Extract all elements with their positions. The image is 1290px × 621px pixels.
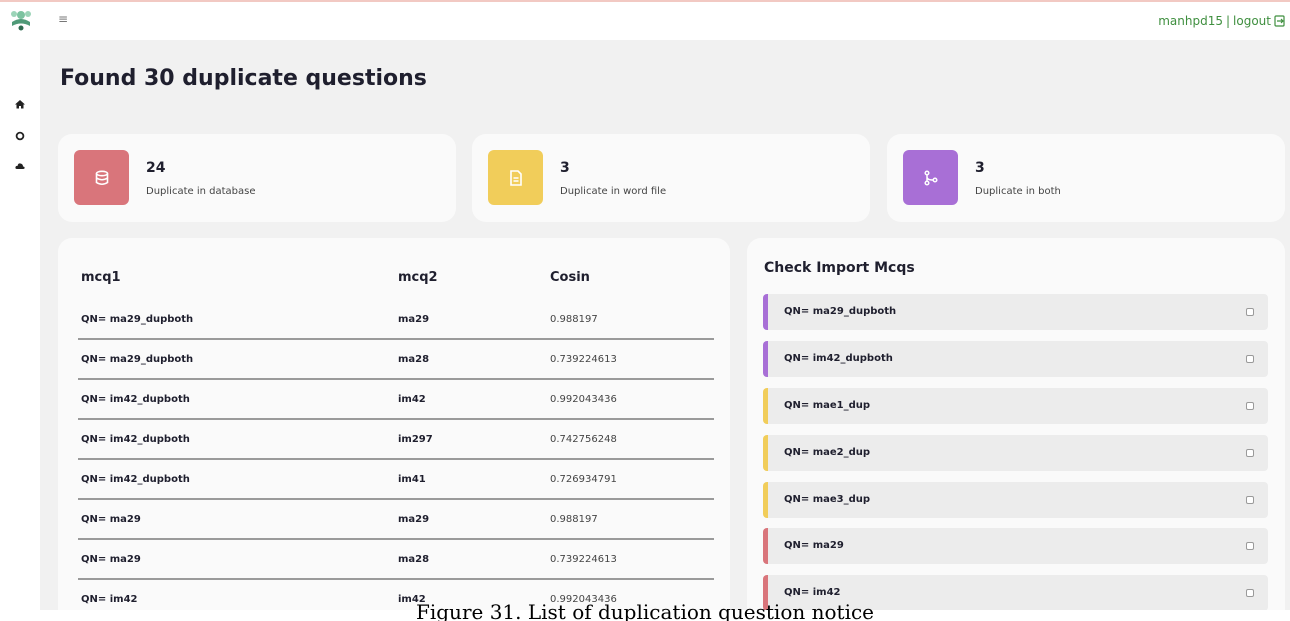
check-item[interactable]: QN= mae3_dup (763, 482, 1268, 518)
column-header-cosin[interactable]: Cosin (550, 270, 590, 285)
check-item[interactable]: QN= ma29 (763, 528, 1268, 564)
check-item-checkbox[interactable] (1246, 496, 1254, 504)
cell-cosin: 0.726934791 (550, 474, 617, 485)
top-bar: ≡ manhpd15 | logout (0, 2, 1290, 40)
check-item-label: QN= mae1_dup (784, 400, 871, 411)
cell-mcq2: im42 (398, 394, 426, 405)
user-area: manhpd15 | logout (1158, 14, 1286, 28)
cell-cosin: 0.988197 (550, 314, 598, 325)
check-item-label: QN= ma29_dupboth (784, 306, 897, 317)
stat-value: 24 (146, 160, 166, 176)
table-row[interactable]: QN= im42_dupboth im41 0.726934791 (78, 460, 714, 500)
check-item[interactable]: QN= im42_dupboth (763, 341, 1268, 377)
stat-label: Duplicate in database (146, 186, 256, 197)
cell-mcq1: QN= im42_dupboth (81, 474, 190, 485)
cell-mcq2: im297 (398, 434, 433, 445)
stat-value: 3 (560, 160, 570, 176)
stat-icon-box (74, 150, 129, 205)
check-item-label: QN= mae2_dup (784, 447, 871, 458)
table-row[interactable]: QN= ma29 ma29 0.988197 (78, 500, 714, 540)
check-item-checkbox[interactable] (1246, 402, 1254, 410)
check-item[interactable]: QN= mae1_dup (763, 388, 1268, 424)
check-item-checkbox[interactable] (1246, 589, 1254, 597)
figure-caption: Figure 31. List of duplication question … (415, 600, 875, 621)
stat-icon-box (903, 150, 958, 205)
cell-mcq1: QN= im42_dupboth (81, 434, 190, 445)
page-title-suffix: duplicate questions (182, 66, 427, 91)
cell-mcq2: ma28 (398, 354, 430, 365)
cell-mcq1: QN= im42_dupboth (81, 394, 190, 405)
cell-cosin: 0.742756248 (550, 434, 617, 445)
cell-mcq1: QN= ma29 (81, 554, 141, 565)
cell-mcq2: im41 (398, 474, 426, 485)
table-row[interactable]: QN= ma29_dupboth ma28 0.739224613 (78, 340, 714, 380)
cell-mcq2: ma28 (398, 554, 430, 565)
column-header-mcq1[interactable]: mcq1 (81, 270, 121, 285)
table-row[interactable]: QN= ma29 ma28 0.739224613 (78, 540, 714, 580)
check-item[interactable]: QN= ma29_dupboth (763, 294, 1268, 330)
stat-icon-box (488, 150, 543, 205)
database-icon (95, 169, 108, 185)
check-item-checkbox[interactable] (1246, 355, 1254, 363)
table-row[interactable]: QN= im42_dupboth im297 0.742756248 (78, 420, 714, 460)
logout-link[interactable]: logout (1233, 14, 1271, 28)
cell-cosin: 0.992043436 (550, 394, 617, 405)
cell-mcq1: QN= ma29 (81, 514, 141, 525)
table-row[interactable]: QN= ma29_dupboth ma29 0.988197 (78, 300, 714, 340)
check-item-label: QN= im42_dupboth (784, 353, 893, 364)
stat-label: Duplicate in word file (560, 186, 667, 197)
logo-icon (11, 11, 31, 31)
cell-mcq1: QN= ma29_dupboth (81, 314, 194, 325)
home-icon[interactable] (14, 98, 26, 110)
stat-card-database: 24 Duplicate in database (58, 134, 456, 222)
cell-cosin: 0.739224613 (550, 354, 617, 365)
username-separator: | (1226, 14, 1231, 28)
stat-label: Duplicate in both (975, 186, 1061, 197)
cloud-upload-icon[interactable] (14, 160, 26, 172)
cell-mcq2: ma29 (398, 514, 430, 525)
check-item-label: QN= mae3_dup (784, 494, 871, 505)
refresh-icon[interactable] (14, 130, 26, 142)
app-window: ≡ manhpd15 | logout Found 30 duplicate que… (0, 0, 1290, 610)
stat-card-both: 3 Duplicate in both (887, 134, 1285, 222)
check-import-panel: Check Import Mcqs QN= ma29_dupboth QN= i… (747, 238, 1285, 610)
column-header-mcq2[interactable]: mcq2 (398, 270, 438, 285)
cell-cosin: 0.739224613 (550, 554, 617, 565)
cell-cosin: 0.988197 (550, 514, 598, 525)
page-title-prefix: Found (60, 66, 137, 91)
sidebar (0, 40, 40, 610)
table-row[interactable]: QN= im42_dupboth im42 0.992043436 (78, 380, 714, 420)
stat-value: 3 (975, 160, 985, 176)
stat-card-word-file: 3 Duplicate in word file (472, 134, 870, 222)
username-link[interactable]: manhpd15 (1158, 14, 1223, 28)
check-import-title: Check Import Mcqs (764, 260, 915, 276)
page-title: Found 30 duplicate questions (60, 66, 427, 91)
document-icon (509, 169, 522, 186)
menu-toggle-button[interactable]: ≡ (58, 12, 68, 26)
branch-icon (923, 169, 938, 186)
check-item-label: QN= ma29 (784, 540, 844, 551)
check-item[interactable]: QN= mae2_dup (763, 435, 1268, 471)
check-item-checkbox[interactable] (1246, 542, 1254, 550)
cell-mcq2: ma29 (398, 314, 430, 325)
check-item-checkbox[interactable] (1246, 449, 1254, 457)
cell-mcq1: QN= ma29_dupboth (81, 354, 194, 365)
duplicate-table: mcq1 mcq2 Cosin QN= ma29_dupboth ma29 0.… (58, 238, 730, 610)
duplicate-count: 30 (144, 66, 175, 91)
check-item-checkbox[interactable] (1246, 308, 1254, 316)
logout-icon[interactable] (1274, 15, 1286, 27)
check-item-label: QN= im42 (784, 587, 841, 598)
